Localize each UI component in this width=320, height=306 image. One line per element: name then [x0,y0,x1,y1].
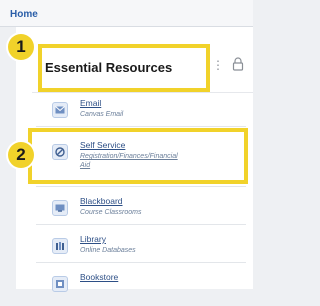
item-title[interactable]: Blackboard [80,196,123,206]
top-bar: Home [0,0,253,27]
step-badge-1: 1 [8,34,34,60]
resource-item-bookstore[interactable]: Bookstore [52,272,242,306]
item-subtitle: Online Databases [80,247,136,254]
divider [36,126,246,127]
more-options-icon[interactable]: ⋮ [212,58,224,72]
divider [36,186,246,187]
email-icon [52,102,68,118]
lock-icon[interactable] [232,57,244,71]
step-badge-2: 2 [8,142,34,168]
highlight-box-1 [38,44,210,92]
library-icon [52,238,68,254]
item-title[interactable]: Library [80,234,106,244]
highlight-box-2 [28,128,248,184]
bookstore-icon [52,276,68,292]
divider [36,224,246,225]
item-title[interactable]: Bookstore [80,272,118,282]
item-title[interactable]: Email [80,98,101,108]
divider [36,262,246,263]
home-link[interactable]: Home [10,9,38,20]
item-subtitle: Canvas Email [80,111,124,118]
item-subtitle: Course Classrooms [80,209,142,216]
blackboard-icon [52,200,68,216]
